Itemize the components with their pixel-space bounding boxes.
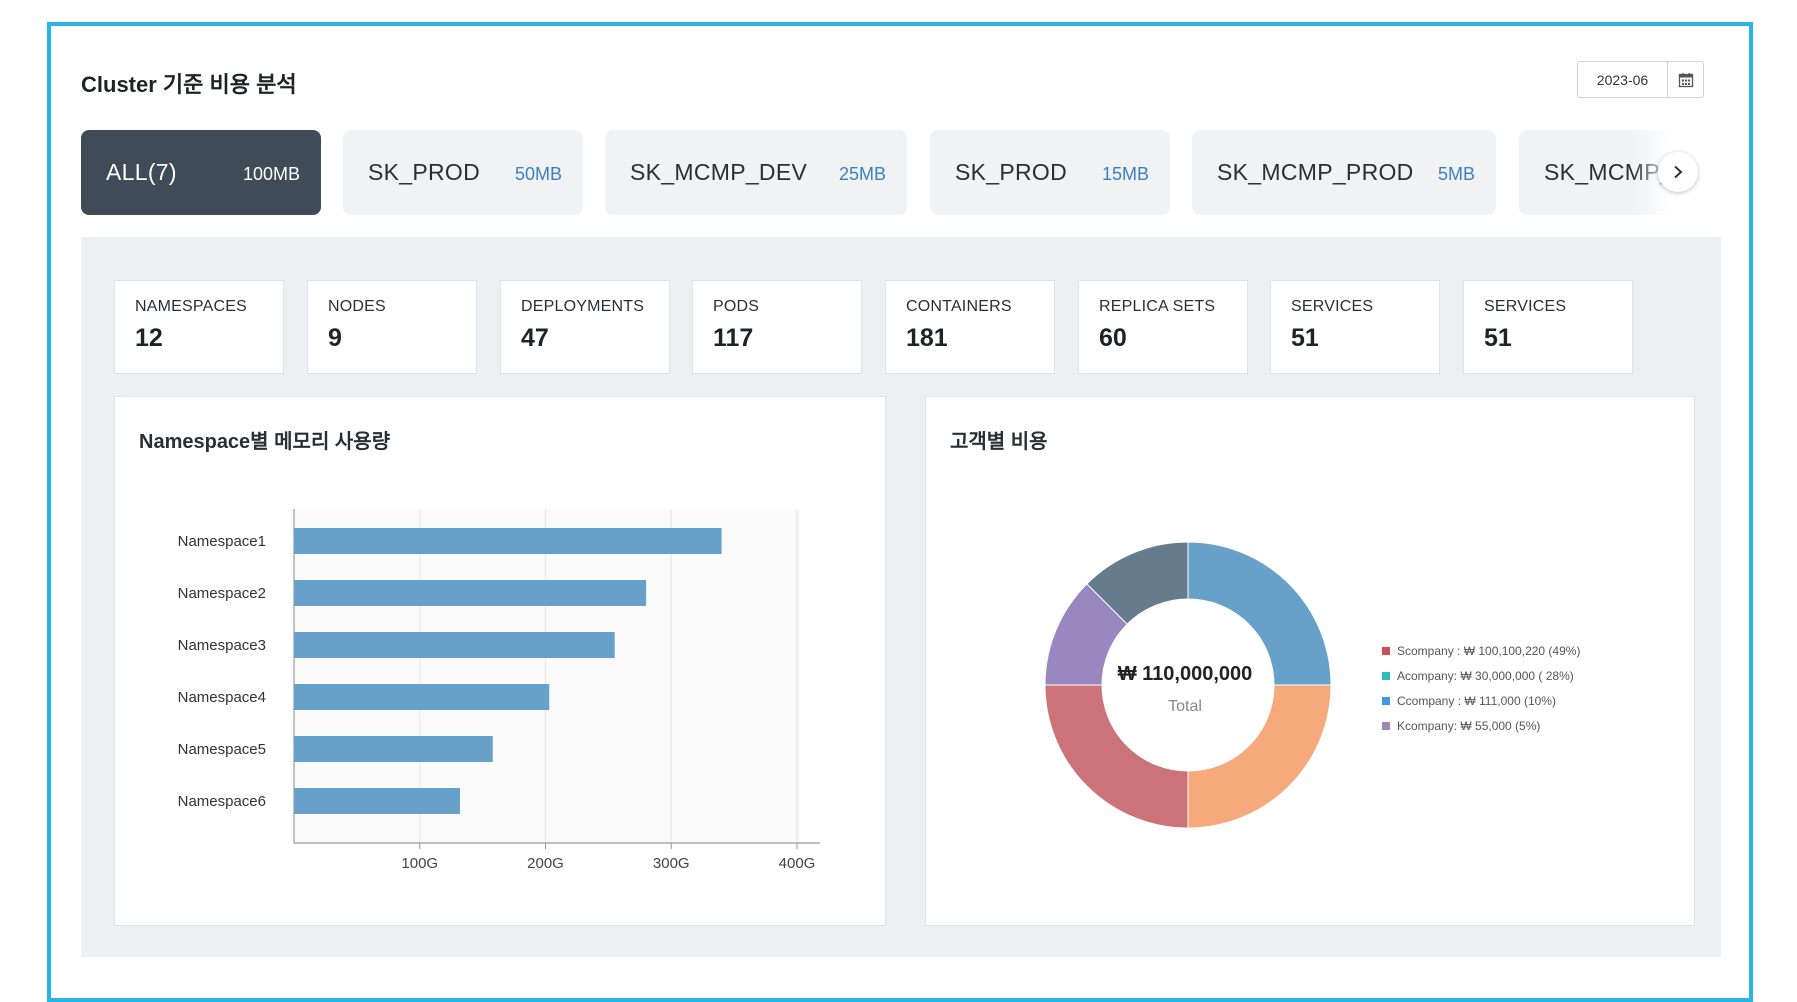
legend-label: Kcompany: ₩ 55,000 (5%) [1397, 719, 1540, 733]
tab-label: SK_PROD [955, 159, 1068, 185]
bar [294, 684, 550, 710]
stat-value: 12 [135, 324, 163, 352]
stat-value: 60 [1099, 324, 1127, 352]
tab-sk-prod-2[interactable]: SK_PROD 15MB [930, 130, 1170, 215]
bar [294, 632, 615, 658]
donut-total-label: Total [1168, 698, 1202, 715]
tab-size: 25MB [838, 164, 886, 184]
bar [294, 580, 647, 606]
stat-value: 47 [521, 324, 549, 352]
donut-total-value: ₩ 110,000,000 [1118, 663, 1253, 685]
donut-slice [1044, 684, 1189, 829]
stat-label: SERVICES [1291, 298, 1374, 315]
y-tick-label: Namespace3 [178, 637, 266, 654]
stat-value: 51 [1291, 324, 1319, 352]
cluster-tabs: ALL(7) 100MB SK_PROD 50MB SK_MCMP_DEV 25… [81, 130, 1702, 215]
legend-swatch [1382, 697, 1390, 705]
y-tick-label: Namespace4 [178, 689, 266, 706]
customer-cost-card: 고객별 비용 ₩ 110,000,000 Total Scompany : ₩ 10… [925, 396, 1695, 926]
y-tick-label: Namespace6 [178, 793, 266, 810]
x-tick-label: 100G [401, 855, 438, 872]
stat-replica-sets: REPLICA SETS 60 [1078, 280, 1248, 374]
stat-nodes: NODES 9 [307, 280, 477, 374]
page-title: Cluster 기준 비용 분석 [81, 72, 297, 97]
stat-label: PODS [713, 298, 760, 315]
tab-size: 5MB [1437, 164, 1475, 184]
y-tick-label: Namespace1 [178, 533, 266, 550]
tab-label: SK_MCMP_DEV [630, 159, 808, 185]
legend-label: Ccompany : ₩ 111,000 (10%) [1397, 694, 1556, 708]
tab-label: SK_MCMP_PROD [1217, 159, 1414, 185]
stat-label: REPLICA SETS [1099, 298, 1216, 315]
stat-pods: PODS 117 [692, 280, 862, 374]
tab-label: ALL(7) [106, 159, 177, 185]
bar [294, 736, 493, 762]
customer-cost-donut: ₩ 110,000,000 Total Scompany : ₩ 100,100,2… [1044, 541, 1580, 829]
tab-sk-mcmp-prod[interactable]: SK_MCMP_PROD 5MB [1192, 130, 1496, 215]
calendar-icon[interactable] [1667, 62, 1703, 97]
y-tick-label: Namespace5 [178, 741, 266, 758]
stat-value: 51 [1484, 324, 1512, 352]
tab-sk-prod[interactable]: SK_PROD 50MB [343, 130, 583, 215]
legend-swatch [1382, 672, 1390, 680]
x-tick-label: 300G [653, 855, 690, 872]
chevron-right-icon[interactable] [1658, 152, 1698, 192]
stat-value: 9 [328, 324, 342, 352]
memory-bar-chart: 100G 200G 300G 400G Namespace1 Namespace2 Name… [178, 509, 820, 872]
stat-label: DEPLOYMENTS [521, 298, 645, 315]
stat-containers: CONTAINERS 181 [885, 280, 1055, 374]
legend-swatch [1382, 722, 1390, 730]
stat-label: NODES [328, 298, 386, 315]
memory-usage-card: Namespace별 메모리 사용량 100G 200G 300G 400G Names… [114, 396, 886, 926]
month-picker-value[interactable]: 2023-06 [1578, 72, 1667, 88]
tab-label: SK_PROD [368, 159, 481, 185]
tab-size: 15MB [1101, 164, 1149, 184]
x-tick-label: 200G [527, 855, 564, 872]
tab-size: 50MB [514, 164, 562, 184]
stat-namespaces: NAMESPACES 12 [114, 280, 284, 374]
tab-sk-mcmp-dev[interactable]: SK_MCMP_DEV 25MB [605, 130, 907, 215]
stat-label: NAMESPACES [135, 298, 247, 315]
stat-services-2: SERVICES 51 [1463, 280, 1633, 374]
y-tick-label: Namespace2 [178, 585, 266, 602]
month-picker[interactable]: 2023-06 [1577, 61, 1704, 98]
stat-label: SERVICES [1484, 298, 1567, 315]
stat-label: CONTAINERS [906, 298, 1012, 315]
legend-label: Scompany : ₩ 100,100,220 (49%) [1397, 644, 1580, 658]
donut-slice [1187, 684, 1332, 829]
tab-size: 100MB [242, 164, 300, 184]
x-tick-label: 400G [779, 855, 816, 872]
tab-all[interactable]: ALL(7) 100MB [81, 130, 321, 215]
bar [294, 528, 722, 554]
bar [294, 788, 460, 814]
stat-value: 181 [906, 324, 948, 352]
stat-deployments: DEPLOYMENTS 47 [500, 280, 670, 374]
legend-label: Acompany: ₩ 30,000,000 ( 28%) [1397, 669, 1574, 683]
stat-services: SERVICES 51 [1270, 280, 1440, 374]
stat-value: 117 [713, 324, 754, 352]
legend-swatch [1382, 647, 1390, 655]
